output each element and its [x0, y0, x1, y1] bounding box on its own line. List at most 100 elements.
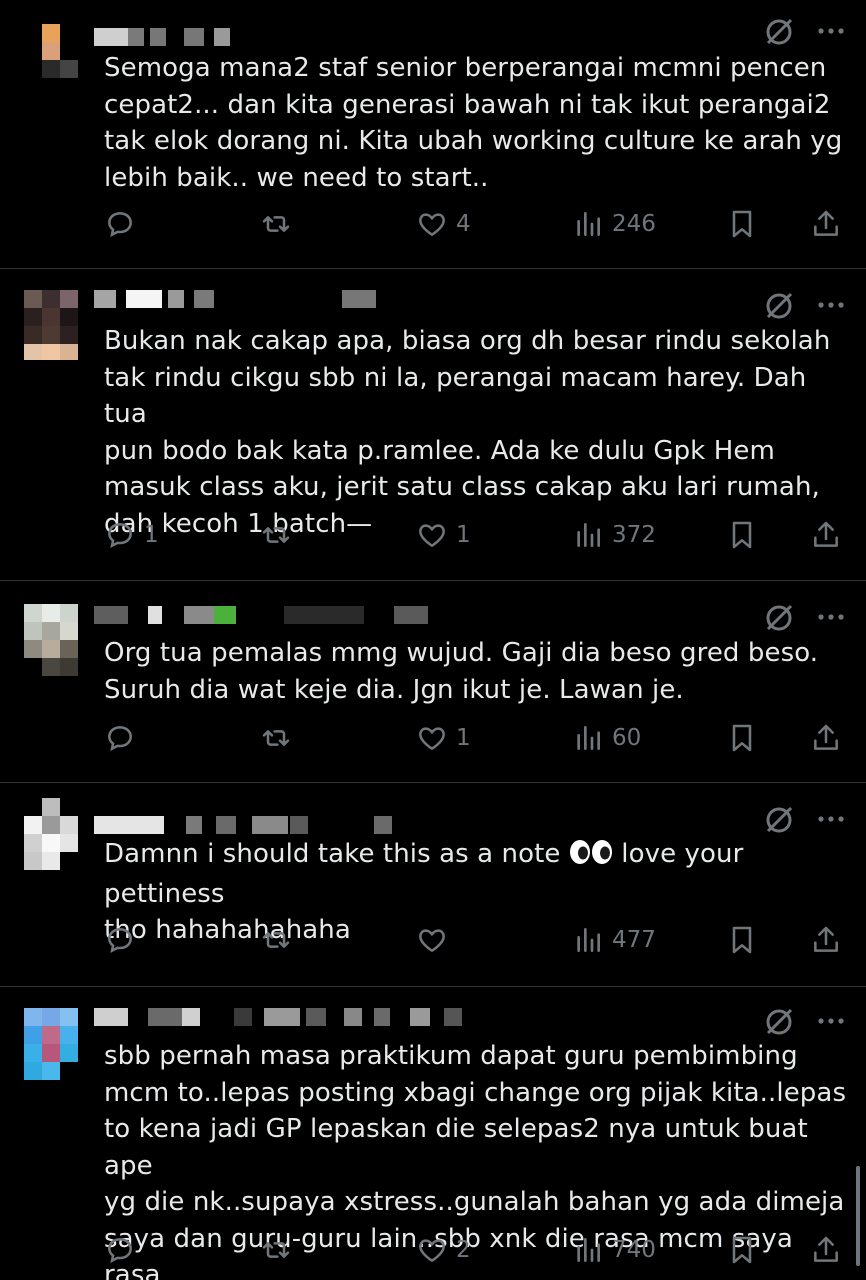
repost-icon — [262, 216, 290, 232]
views-button[interactable]: 60 — [572, 720, 641, 756]
author-name-redacted[interactable] — [94, 816, 414, 838]
bookmark-icon — [732, 724, 752, 752]
repost-button[interactable] — [260, 1232, 300, 1268]
like-button[interactable]: 2 — [416, 1232, 471, 1268]
reply-feed: Semoga mana2 staf senior berperangai mcm… — [0, 0, 866, 1280]
share-icon — [814, 521, 838, 547]
more-icon[interactable] — [816, 602, 846, 632]
share-icon — [814, 926, 838, 952]
bookmark-button[interactable] — [726, 1232, 758, 1268]
author-name-redacted[interactable] — [94, 290, 394, 312]
eyes-emoji — [569, 839, 613, 876]
grok-icon[interactable] — [764, 290, 794, 320]
reply-button[interactable]: 1 — [104, 517, 159, 553]
repost-button[interactable] — [260, 206, 300, 242]
grok-icon[interactable] — [764, 602, 794, 632]
reply-count: 1 — [144, 522, 159, 548]
heart-icon — [419, 524, 445, 547]
views-count: 246 — [612, 211, 656, 237]
scrollbar[interactable] — [856, 1166, 860, 1266]
bookmark-button[interactable] — [726, 517, 758, 553]
avatar[interactable] — [24, 1008, 78, 1080]
author-name-redacted[interactable] — [94, 28, 294, 50]
share-icon — [814, 210, 838, 236]
tweet[interactable]: Bukan nak cakap apa, biasa org dh besar … — [0, 268, 866, 580]
share-button[interactable] — [810, 720, 842, 756]
reply-button[interactable] — [104, 1232, 144, 1268]
reply-icon — [108, 726, 132, 751]
share-button[interactable] — [810, 517, 842, 553]
reply-icon — [108, 1238, 132, 1263]
repost-button[interactable] — [260, 922, 300, 958]
avatar[interactable] — [24, 604, 78, 676]
tweet[interactable]: Damnn i should take this as a note love … — [0, 782, 866, 986]
heart-icon — [419, 213, 445, 236]
tweet[interactable]: sbb pernah masa praktikum dapat guru pem… — [0, 986, 866, 1280]
like-count: 2 — [456, 1237, 471, 1263]
repost-button[interactable] — [260, 517, 300, 553]
bookmark-icon — [732, 210, 752, 238]
views-icon — [577, 928, 600, 952]
views-count: 477 — [612, 927, 656, 953]
reply-icon — [108, 523, 132, 548]
action-bar: 477 — [104, 922, 844, 958]
reply-button[interactable] — [104, 922, 144, 958]
views-button[interactable]: 372 — [572, 517, 656, 553]
share-button[interactable] — [810, 206, 842, 242]
views-button[interactable]: 246 — [572, 206, 656, 242]
views-icon — [577, 1238, 600, 1262]
author-name-redacted[interactable] — [94, 606, 454, 628]
like-button[interactable]: 1 — [416, 720, 471, 756]
more-icon[interactable] — [816, 290, 846, 320]
bookmark-button[interactable] — [726, 720, 758, 756]
grok-icon[interactable] — [764, 804, 794, 834]
bookmark-button[interactable] — [726, 206, 758, 242]
bookmark-icon — [732, 521, 752, 549]
share-button[interactable] — [810, 922, 842, 958]
heart-icon — [419, 727, 445, 750]
avatar[interactable] — [24, 798, 78, 870]
like-count: 1 — [456, 522, 471, 548]
action-bar: 1 1 372 — [104, 517, 844, 553]
more-icon[interactable] — [816, 16, 846, 46]
repost-button[interactable] — [260, 720, 300, 756]
reply-button[interactable] — [104, 720, 144, 756]
tweet-text-part: Damnn i should take this as a note — [104, 839, 569, 869]
more-icon[interactable] — [816, 804, 846, 834]
share-button[interactable] — [810, 1232, 842, 1268]
repost-icon — [262, 527, 290, 543]
reply-icon — [108, 212, 132, 237]
views-icon — [577, 523, 600, 547]
like-button[interactable]: 4 — [416, 206, 471, 242]
grok-icon[interactable] — [764, 1006, 794, 1036]
like-button[interactable]: 1 — [416, 517, 471, 553]
share-icon — [814, 724, 838, 750]
grok-icon[interactable] — [764, 16, 794, 46]
bookmark-icon — [732, 926, 752, 954]
action-bar: 4 246 — [104, 206, 844, 242]
views-count: 740 — [612, 1237, 656, 1263]
tweet[interactable]: Org tua pemalas mmg wujud. Gaji dia beso… — [0, 580, 866, 782]
heart-icon — [419, 1239, 445, 1262]
share-icon — [814, 1236, 838, 1262]
reply-icon — [108, 928, 132, 953]
like-count: 1 — [456, 725, 471, 751]
more-icon[interactable] — [816, 1006, 846, 1036]
reply-button[interactable] — [104, 206, 144, 242]
like-count: 4 — [456, 211, 471, 237]
tweet[interactable]: Semoga mana2 staf senior berperangai mcm… — [0, 0, 866, 268]
repost-icon — [262, 932, 290, 948]
views-button[interactable]: 740 — [572, 1232, 656, 1268]
views-button[interactable]: 477 — [572, 922, 656, 958]
avatar[interactable] — [24, 290, 78, 360]
action-bar: 2 740 — [104, 1232, 844, 1268]
heart-icon — [419, 929, 445, 952]
bookmark-button[interactable] — [726, 922, 758, 958]
avatar[interactable] — [24, 24, 78, 78]
like-button[interactable] — [416, 922, 456, 958]
views-count: 60 — [612, 725, 642, 751]
views-count: 372 — [612, 522, 656, 548]
author-name-redacted[interactable] — [94, 1008, 494, 1030]
action-bar: 1 60 — [104, 720, 844, 756]
repost-icon — [262, 1242, 290, 1258]
